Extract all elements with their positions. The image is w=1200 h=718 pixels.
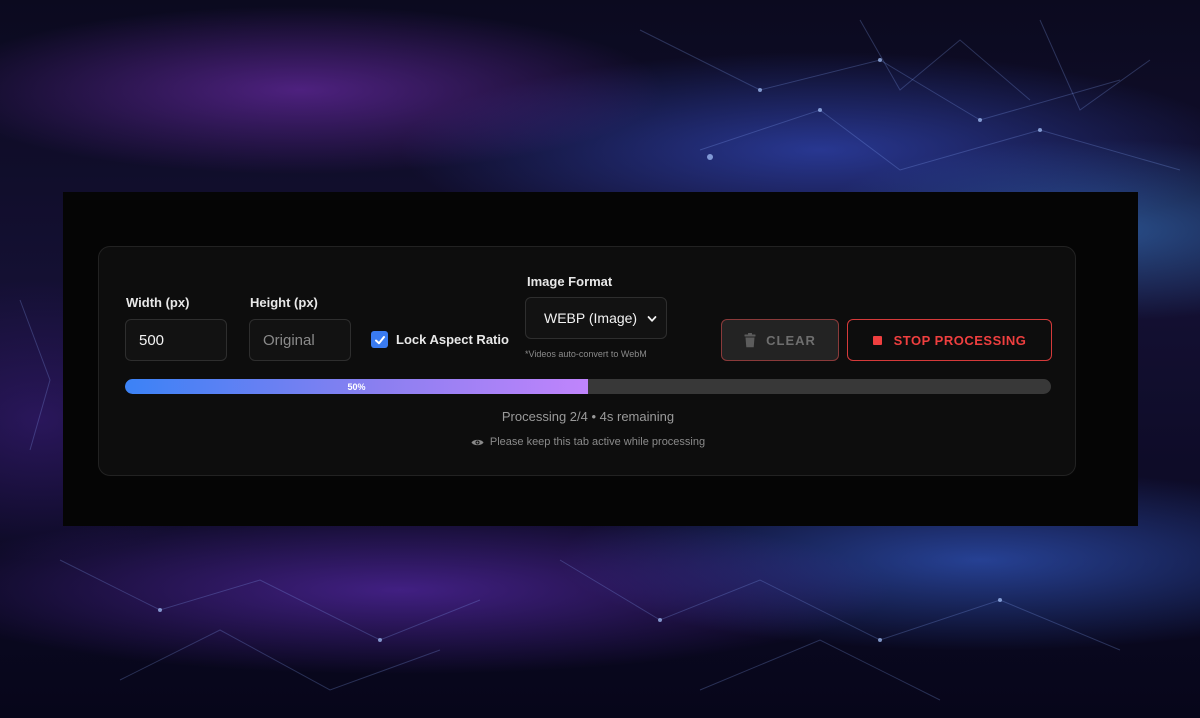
format-select[interactable]: WEBP (Image)	[525, 297, 667, 339]
progress-bar: 50%	[125, 379, 1051, 394]
stop-icon	[872, 335, 882, 345]
progress-fill: 50%	[125, 379, 588, 394]
format-hint: *Videos auto-convert to WebM	[525, 349, 647, 359]
settings-card: Width (px) Height (px) Lock Aspect Ratio…	[98, 246, 1076, 476]
notice-text: Please keep this tab active while proces…	[489, 436, 706, 448]
format-select-value: WEBP (Image)	[544, 310, 638, 326]
height-input[interactable]	[249, 319, 351, 361]
chevron-down-icon	[647, 316, 657, 322]
stop-label: STOP PROCESSING	[893, 332, 1027, 348]
clear-button[interactable]: CLEAR	[721, 319, 839, 361]
processing-status: Processing 2/4 • 4s remaining	[501, 409, 675, 424]
lock-aspect-label: Lock Aspect Ratio	[396, 332, 509, 347]
progress-percent: 50%	[347, 381, 366, 392]
width-label: Width (px)	[126, 295, 190, 310]
converter-panel: Width (px) Height (px) Lock Aspect Ratio…	[63, 192, 1138, 526]
width-input[interactable]	[125, 319, 227, 361]
lock-aspect-checkbox[interactable]	[371, 331, 388, 348]
clear-label: CLEAR	[766, 332, 816, 348]
lock-aspect-ratio[interactable]: Lock Aspect Ratio	[371, 331, 509, 348]
format-label: Image Format	[527, 274, 613, 289]
eye-icon	[471, 439, 484, 445]
stop-processing-button[interactable]: STOP PROCESSING	[847, 319, 1052, 361]
keep-tab-notice: Please keep this tab active while proces…	[99, 436, 1077, 448]
checkmark-icon	[374, 335, 385, 344]
trash-icon	[744, 332, 756, 347]
height-label: Height (px)	[250, 295, 318, 310]
